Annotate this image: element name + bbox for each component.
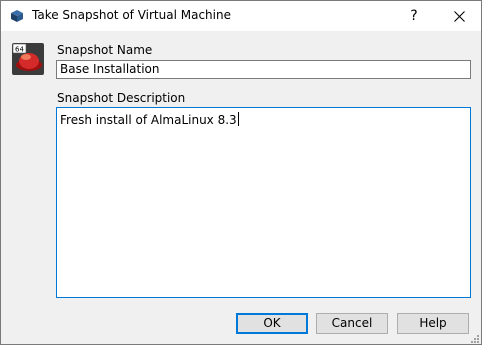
- snapshot-name-label: Snapshot Name: [57, 43, 153, 57]
- snapshot-description-label: Snapshot Description: [57, 91, 186, 105]
- snapshot-description-textarea[interactable]: Fresh install of AlmaLinux 8.3: [56, 107, 471, 298]
- virtualbox-cube-icon: [10, 9, 24, 23]
- vm-icon-badge: 64: [15, 46, 24, 54]
- ok-button[interactable]: OK: [236, 313, 308, 334]
- snapshot-name-input[interactable]: Base Installation: [56, 60, 471, 79]
- snapshot-dialog: Take Snapshot of Virtual Machine ? 64 Sn…: [0, 0, 482, 345]
- help-button[interactable]: Help: [397, 313, 469, 334]
- close-icon: [454, 11, 465, 22]
- help-title-button[interactable]: ?: [391, 1, 437, 31]
- window-title: Take Snapshot of Virtual Machine: [32, 8, 231, 22]
- description-text: Fresh install of AlmaLinux 8.3: [60, 113, 237, 127]
- cancel-button[interactable]: Cancel: [316, 313, 388, 334]
- close-button[interactable]: [437, 1, 481, 31]
- vm-os-icon: 64: [12, 43, 44, 75]
- text-cursor: [237, 112, 239, 126]
- title-bar[interactable]: Take Snapshot of Virtual Machine ?: [1, 1, 481, 31]
- resize-grip-icon[interactable]: [468, 332, 480, 344]
